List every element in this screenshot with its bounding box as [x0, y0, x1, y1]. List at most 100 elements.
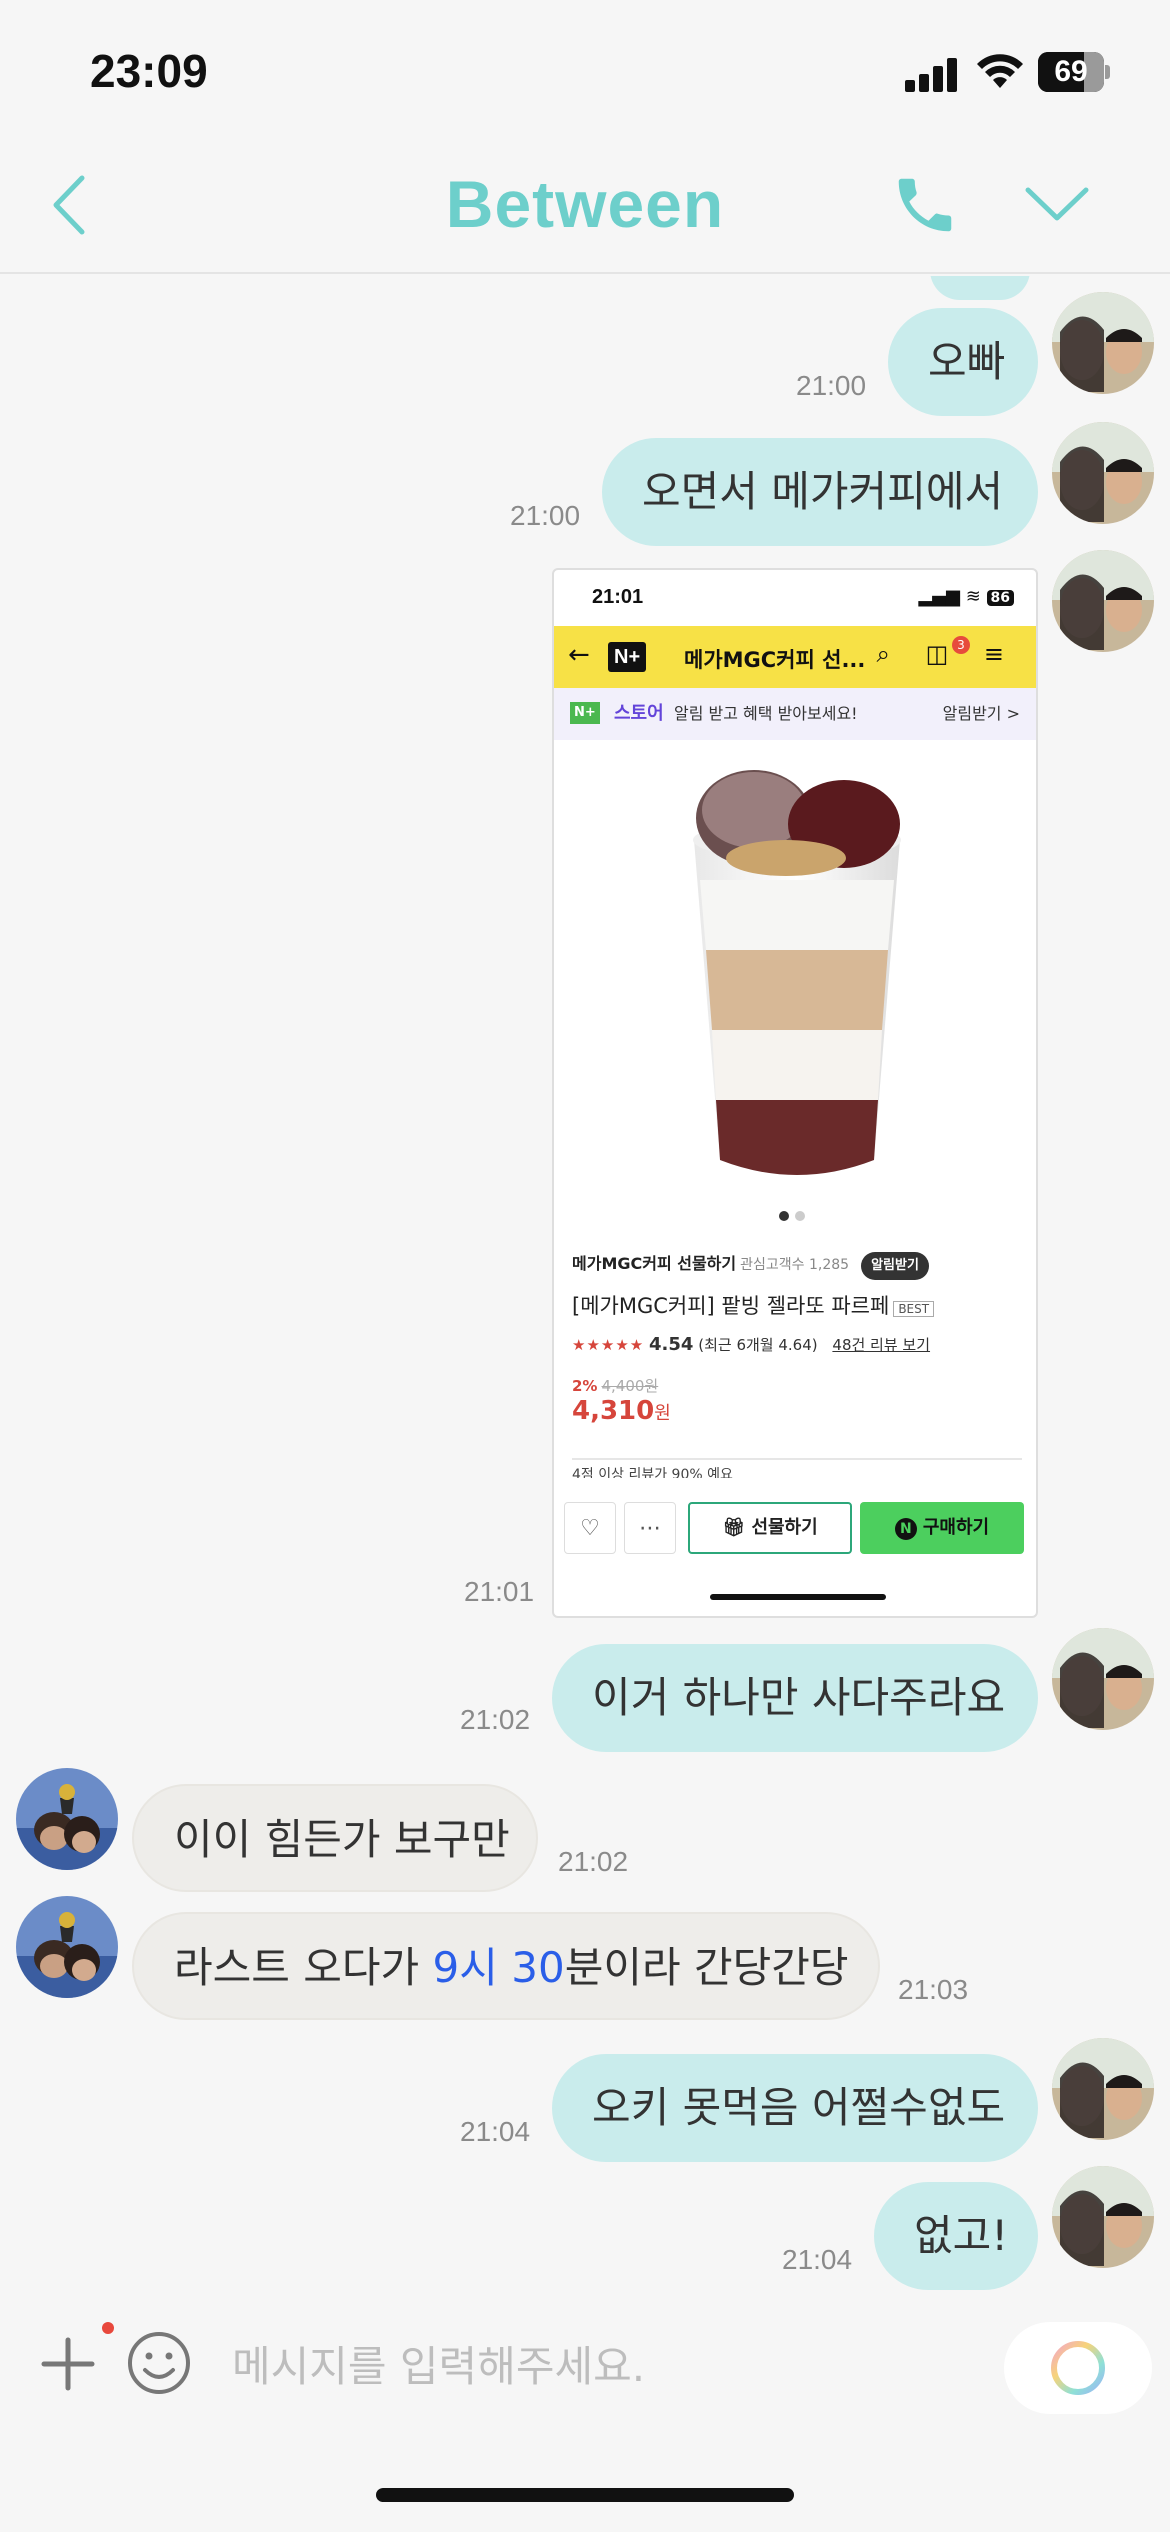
- chat-menu-button[interactable]: [1022, 182, 1092, 228]
- shared-image-nav: ← N+ 메가MGC커피 선... ⌕ ◫ ≡ 3: [554, 626, 1036, 688]
- chat-bubble-icon: ⋯: [624, 1502, 676, 1554]
- buy-label: 구매하기: [922, 1517, 990, 1538]
- shared-image-home-indicator: [710, 1594, 886, 1600]
- nav-icons: ⌕ ◫ ≡: [876, 640, 1018, 668]
- price-row: 4,310원: [572, 1396, 1022, 1426]
- gift-button: 🎁︎ 선물하기: [688, 1502, 852, 1554]
- chat-title: Between: [445, 167, 725, 241]
- my-avatar[interactable]: [1052, 550, 1154, 652]
- divider: [572, 1458, 1022, 1460]
- ai-assistant-button[interactable]: [1004, 2322, 1152, 2414]
- rating-score: 4.54: [649, 1334, 694, 1355]
- chevron-down-icon: [1025, 187, 1089, 221]
- message-time-highlight[interactable]: 9시 30: [433, 1943, 565, 1992]
- message-bubble[interactable]: 오면서 메가커피에서: [602, 438, 1038, 546]
- message-time: 21:04: [782, 2244, 853, 2275]
- discount-percent: 2%: [572, 1377, 598, 1395]
- plus-icon: [41, 2337, 95, 2391]
- avatar-photo: [1052, 292, 1154, 394]
- shared-image-status-icons: ▂▄▆ ≋ 86: [918, 586, 1014, 607]
- product-name: [메가MGC커피] 팥빙 젤라또 파르페: [572, 1294, 890, 1318]
- store-title: 메가MGC커피 선...: [684, 648, 866, 672]
- naver-plus-small-logo: N+: [570, 702, 600, 724]
- color-ring-icon: [1051, 2341, 1105, 2395]
- wishlist-heart-icon: ♡: [564, 1502, 616, 1554]
- cart-badge: 3: [952, 636, 970, 654]
- message-input[interactable]: [232, 2334, 952, 2398]
- message-time: 21:01: [464, 1576, 535, 1607]
- message-input-bar: [0, 2306, 1170, 2426]
- message-bubble[interactable]: 오키 못먹음 어쩔수없도: [552, 2054, 1038, 2162]
- my-avatar[interactable]: [1052, 1628, 1154, 1730]
- price-unit: 원: [654, 1403, 671, 1424]
- purchase-bar: ♡ ⋯ 🎁︎ 선물하기 N 구매하기: [554, 1494, 1036, 1574]
- shared-image-time: 21:01: [592, 586, 644, 608]
- shared-image-status-bar: 21:01 ▂▄▆ ≋ 86: [554, 570, 1036, 626]
- message-text: 라스트 오다가: [174, 1943, 433, 1992]
- review-link: 48건 리뷰 보기: [832, 1336, 931, 1354]
- battery-icon: 69: [1038, 52, 1110, 92]
- home-indicator: [376, 2488, 794, 2502]
- seller-row: 메가MGC커피 선물하기 관심고객수 1,285 알림받기: [572, 1246, 1022, 1282]
- rating-stars: ★★★★★: [572, 1336, 645, 1354]
- wifi-icon: [977, 54, 1023, 88]
- cellular-signal-icon: [905, 58, 959, 92]
- rating-recent: (최근 6개월 4.64): [698, 1336, 818, 1354]
- notification-dot: [102, 2322, 114, 2334]
- naver-plus-logo: N+: [608, 642, 647, 672]
- partner-avatar[interactable]: [16, 1768, 118, 1870]
- banner-text: 알림 받고 혜택 받아보세요!: [674, 704, 858, 723]
- message-time: 21:00: [510, 500, 581, 531]
- message-time: 21:03: [898, 1974, 969, 2005]
- status-bar: 23:09 69: [0, 0, 1170, 140]
- banner-store: 스토어: [614, 703, 664, 724]
- my-avatar[interactable]: [1052, 292, 1154, 394]
- my-avatar[interactable]: [1052, 2166, 1154, 2268]
- attach-button[interactable]: [40, 2336, 96, 2392]
- my-avatar[interactable]: [1052, 2038, 1154, 2140]
- seller-followers: 관심고객수 1,285: [740, 1257, 850, 1273]
- store-banner: N+ 스토어 알림 받고 혜택 받아보세요! 알림받기 >: [554, 688, 1036, 740]
- message-bubble-partial: [930, 276, 1030, 300]
- review-summary-peek: 4점 이상 리뷰가 90% 예요: [572, 1467, 733, 1478]
- message-time: 21:00: [796, 370, 867, 401]
- message-bubble[interactable]: 이이 힘든가 보구만: [132, 1784, 538, 1892]
- alarm-button: 알림받기: [861, 1252, 929, 1280]
- battery-level: 69: [1054, 55, 1088, 88]
- original-price: 4,400원: [601, 1377, 659, 1395]
- message-time: 21:02: [558, 1846, 629, 1877]
- message-bubble[interactable]: 라스트 오다가 9시 30분이라 간당간당: [132, 1912, 880, 2020]
- naver-pay-icon: N: [894, 1518, 917, 1540]
- product-image: [554, 740, 1036, 1240]
- arrow-left-icon: ←: [568, 640, 590, 670]
- message-time: 21:04: [460, 2116, 531, 2147]
- seller-name: 메가MGC커피 선물하기: [572, 1254, 737, 1273]
- message-bubble[interactable]: 이거 하나만 사다주라요: [552, 1644, 1038, 1752]
- chat-header: Between: [0, 140, 1170, 274]
- emoji-button[interactable]: [126, 2330, 192, 2396]
- chat-messages[interactable]: 오빠 21:00 오면서 메가커피에서 21:00 21:01 ▂▄▆ ≋ 86…: [0, 276, 1170, 2306]
- message-bubble[interactable]: 오빠: [888, 308, 1038, 416]
- phone-icon: [898, 178, 952, 232]
- message-time: 21:02: [460, 1704, 531, 1735]
- banner-action: 알림받기 >: [942, 704, 1020, 723]
- call-button[interactable]: [890, 170, 960, 240]
- status-time: 23:09: [90, 45, 208, 97]
- price: 4,310: [572, 1396, 655, 1426]
- product-info: 메가MGC커피 선물하기 관심고객수 1,285 알림받기 [메가MGC커피] 팥빙…: [572, 1246, 1022, 1426]
- my-avatar[interactable]: [1052, 422, 1154, 524]
- discount-row: 2% 4,400원: [572, 1375, 1022, 1396]
- gift-label: 선물하기: [751, 1517, 818, 1538]
- message-text: 분이라 간당간당: [564, 1943, 849, 1992]
- shared-image-message[interactable]: 21:01 ▂▄▆ ≋ 86 ← N+ 메가MGC커피 선... ⌕ ◫ ≡ 3…: [552, 568, 1038, 1618]
- product-name-row: [메가MGC커피] 팥빙 젤라또 파르페 BEST: [572, 1290, 1022, 1320]
- parfait-illustration: [693, 770, 901, 1175]
- partner-avatar-photo: [16, 1768, 118, 1870]
- best-badge: BEST: [893, 1301, 935, 1317]
- partner-avatar[interactable]: [16, 1896, 118, 1998]
- smiley-icon: [128, 2332, 190, 2394]
- message-bubble[interactable]: 없고!: [874, 2182, 1038, 2290]
- buy-button: N 구매하기: [860, 1502, 1024, 1554]
- carousel-dots: [779, 1206, 811, 1225]
- shared-image-battery: 86: [986, 590, 1014, 606]
